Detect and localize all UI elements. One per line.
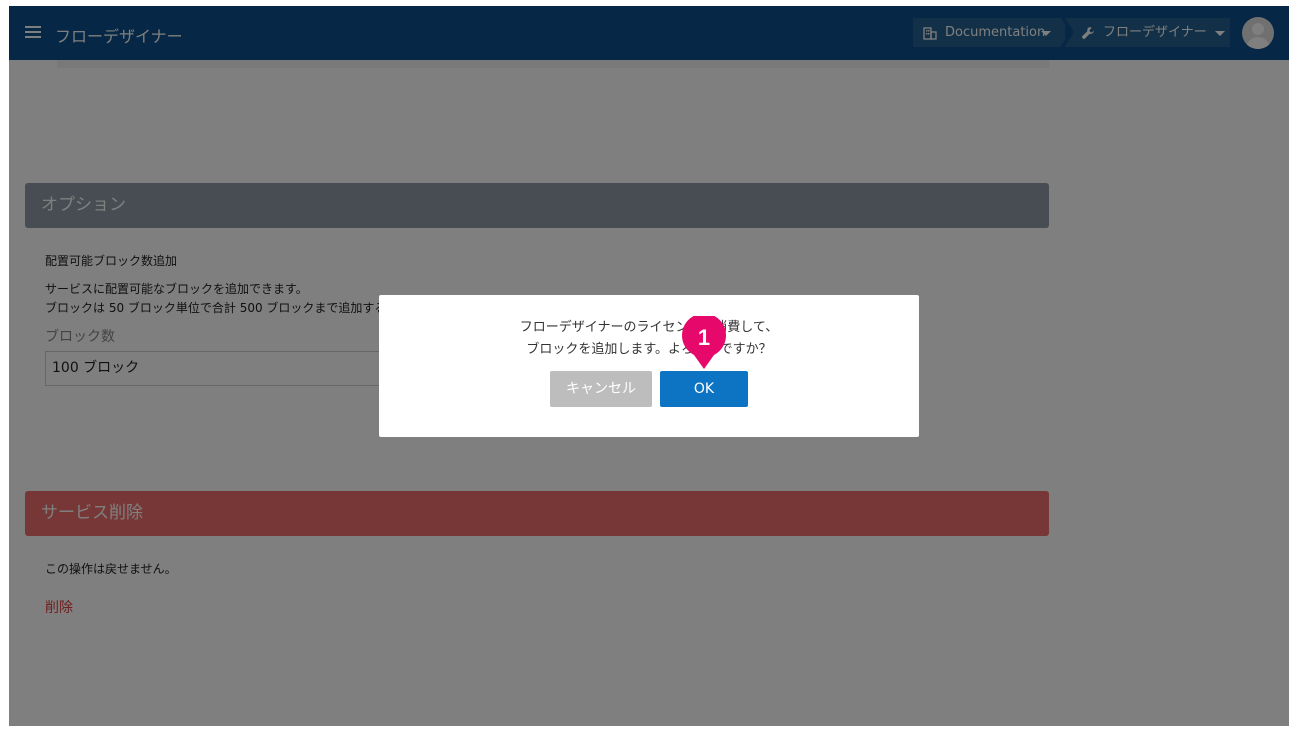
- ok-button[interactable]: OK: [660, 371, 748, 407]
- step-marker-pin-icon: 1: [682, 316, 726, 369]
- dialog-message-line1: フローデザイナーのライセンスを消費して、: [519, 320, 779, 335]
- step-marker-label: 1: [698, 325, 710, 350]
- app-window: フローデザイナー Documentation フローデザイナー オプション: [9, 6, 1289, 726]
- confirm-dialog: フローデザイナーのライセンスを消費して、 ブロックを追加します。よろしいですか？…: [379, 295, 919, 437]
- dialog-message-line2: ブロックを追加します。よろしいですか？: [526, 342, 772, 357]
- cancel-button[interactable]: キャンセル: [550, 371, 652, 407]
